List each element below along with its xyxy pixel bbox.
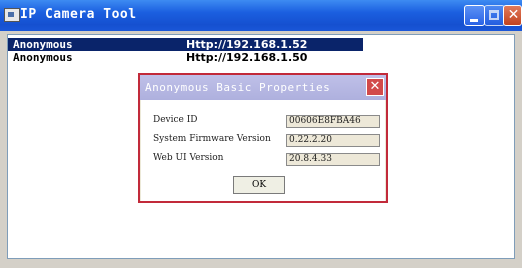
maximize-button[interactable]: [484, 5, 505, 26]
web-ui-version-label: Web UI Version: [153, 153, 224, 163]
camera-name: Anonymous: [13, 51, 73, 64]
dialog-title-bar[interactable]: Anonymous Basic Properties ✕: [140, 75, 386, 100]
ok-button[interactable]: OK: [233, 176, 285, 194]
window-title: IP Camera Tool: [20, 7, 137, 22]
minimize-button[interactable]: [464, 5, 485, 26]
camera-row[interactable]: Anonymous Http://192.168.1.50: [8, 51, 363, 64]
device-id-label: Device ID: [153, 115, 198, 125]
camera-address: Http://192.168.1.52: [186, 38, 308, 51]
properties-dialog: Anonymous Basic Properties ✕ Device ID 0…: [138, 73, 388, 203]
device-id-field[interactable]: 00606E8FBA46: [286, 115, 380, 128]
dialog-close-button[interactable]: ✕: [366, 78, 384, 96]
ip-camera-tool-window: IP Camera Tool ✕ Anonymous Http://192.16…: [0, 0, 522, 268]
camera-app-icon[interactable]: [4, 8, 20, 22]
close-button[interactable]: ✕: [503, 5, 522, 26]
firmware-version-field[interactable]: 0.22.2.20: [286, 134, 380, 147]
title-bar[interactable]: IP Camera Tool ✕: [0, 0, 522, 31]
web-ui-version-field[interactable]: 20.8.4.33: [286, 153, 380, 166]
dialog-body: Device ID 00606E8FBA46 System Firmware V…: [141, 100, 385, 201]
camera-row[interactable]: Anonymous Http://192.168.1.52: [8, 38, 363, 51]
dialog-title: Anonymous Basic Properties: [145, 81, 331, 94]
firmware-version-label: System Firmware Version: [153, 134, 271, 144]
camera-name: Anonymous: [13, 38, 73, 51]
camera-address: Http://192.168.1.50: [186, 51, 308, 64]
close-icon: ✕: [369, 79, 381, 94]
close-icon: ✕: [507, 7, 520, 23]
